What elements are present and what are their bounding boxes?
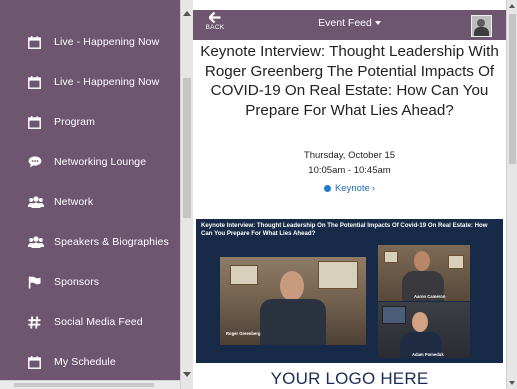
scrollbar-thumb[interactable]: [509, 14, 516, 164]
sidebar-item-speakers[interactable]: Speakers & Biographies: [28, 229, 169, 255]
scroll-down-arrow-icon[interactable]: [183, 372, 191, 377]
sidebar-item-live-1[interactable]: Live - Happening Now: [28, 29, 159, 55]
sidebar-item-label: Speakers & Biographies: [54, 236, 169, 248]
sidebar-horizontal-scrollbar[interactable]: [0, 380, 180, 389]
calendar-icon: [28, 355, 46, 369]
sidebar-item-label: Social Media Feed: [54, 316, 143, 328]
sidebar-item-label: Live - Happening Now: [54, 36, 160, 48]
logo-placeholder-text: YOUR LOGO HERE: [270, 369, 429, 388]
track-dot-icon: [323, 184, 331, 192]
app-window: Live - Happening Now Live - Happening No…: [0, 0, 517, 389]
sidebar-item-label: Network: [54, 196, 94, 208]
scroll-down-arrow-icon[interactable]: [509, 381, 515, 385]
people-icon: [28, 235, 46, 249]
event-feed-dropdown[interactable]: Event Feed: [193, 17, 506, 29]
caret-down-icon: [374, 21, 381, 26]
sidebar-item-live-2[interactable]: Live - Happening Now: [28, 69, 159, 95]
scrollbar-thumb[interactable]: [183, 78, 191, 218]
chat-bubble-icon: [28, 155, 46, 169]
calendar-icon: [28, 35, 46, 49]
chevron-right-icon: ›: [371, 183, 376, 194]
flag-icon: [28, 275, 46, 289]
scrollbar-thumb[interactable]: [14, 383, 154, 387]
main-vertical-scrollbar[interactable]: [506, 0, 517, 389]
sidebar-item-sponsors[interactable]: Sponsors: [28, 269, 99, 295]
session-title: Keynote Interview: Thought Leadership Wi…: [200, 43, 499, 119]
main-content: BACK Event Feed Keynote Interview: Thoug…: [193, 0, 506, 389]
banner-title: Keynote Interview: Thought Leadership On…: [201, 222, 488, 237]
speaker-video-tile: Adam Pomeduk: [378, 302, 470, 358]
user-avatar[interactable]: [471, 15, 492, 37]
session-time: 10:05am - 10:45am: [308, 165, 391, 176]
event-feed-title: Event Feed: [318, 17, 372, 29]
sidebar-item-label: Networking Lounge: [54, 156, 147, 168]
hashtag-icon: [28, 315, 46, 329]
sidebar-item-social-media-feed[interactable]: Social Media Feed: [28, 309, 143, 335]
speaker-video-tile: Aaron Cameron: [378, 245, 470, 301]
scroll-up-arrow-icon[interactable]: [509, 4, 515, 8]
sidebar-item-label: My Schedule: [54, 356, 116, 368]
session-banner-image: Keynote Interview: Thought Leadership On…: [196, 219, 503, 363]
sidebar-item-networking-lounge[interactable]: Networking Lounge: [28, 149, 146, 175]
sidebar-item-network[interactable]: Network: [28, 189, 93, 215]
sidebar-item-my-schedule[interactable]: My Schedule: [28, 349, 116, 375]
calendar-icon: [28, 75, 46, 89]
track-label: Keynote: [334, 183, 370, 194]
sponsor-logo-area: YOUR LOGO HERE: [196, 363, 503, 389]
calendar-icon: [28, 115, 46, 129]
sidebar-nav: Live - Happening Now Live - Happening No…: [0, 0, 180, 389]
sidebar-item-label: Sponsors: [54, 276, 100, 288]
people-icon: [28, 195, 46, 209]
sidebar-item-label: Live - Happening Now: [54, 76, 160, 88]
speaker-name: Aaron Cameron: [414, 294, 446, 299]
speaker-video-tile: Roger Greenberg: [220, 257, 366, 345]
sidebar-item-label: Program: [54, 116, 95, 128]
speaker-name: Roger Greenberg: [226, 331, 261, 336]
speaker-name: Adam Pomeduk: [412, 352, 444, 357]
sidebar-item-program[interactable]: Program: [28, 109, 95, 135]
track-link[interactable]: Keynote ›: [193, 183, 506, 194]
session-date: Thursday, October 15: [303, 150, 396, 161]
scroll-up-arrow-icon[interactable]: [183, 11, 191, 16]
sidebar-vertical-scrollbar[interactable]: [180, 0, 193, 389]
top-bar: BACK Event Feed: [193, 10, 506, 40]
